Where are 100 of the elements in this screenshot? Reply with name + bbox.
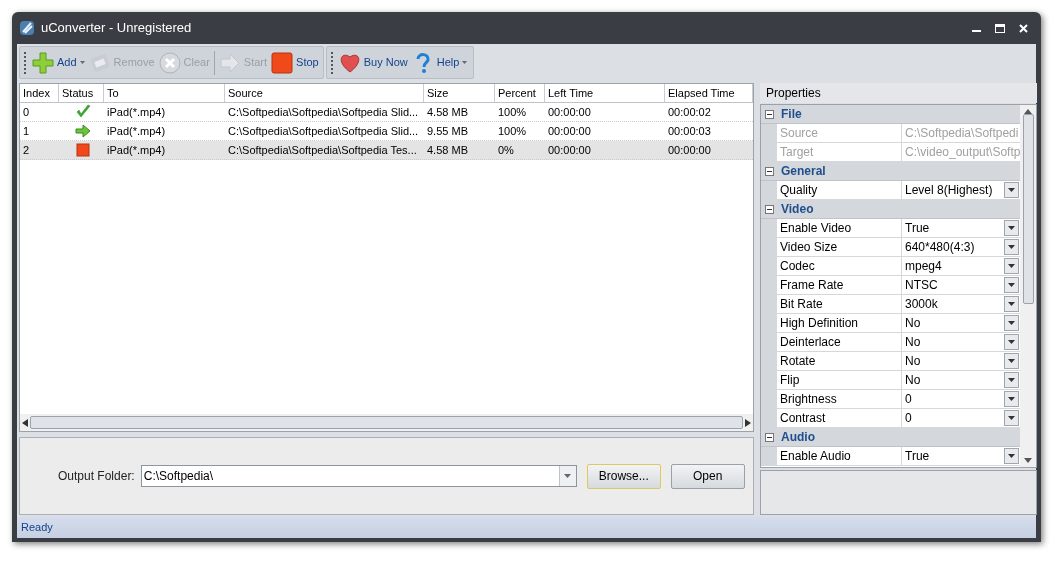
column-header[interactable]: Size [424, 84, 495, 102]
table-cell-text: 00:00:02 [668, 104, 711, 120]
property-name: Enable Audio [777, 447, 902, 466]
property-value[interactable]: mpeg4 [902, 257, 1021, 276]
horizontal-scrollbar[interactable] [20, 414, 753, 431]
property-name: Codec [777, 257, 902, 276]
table-cell-text: 00:00:00 [668, 142, 711, 158]
property-value[interactable]: 0 [902, 409, 1021, 428]
property-name: Target [777, 143, 902, 162]
property-value[interactable]: No [902, 314, 1021, 333]
app-logo-icon [19, 20, 35, 36]
table-cell-text: 4.58 MB [427, 142, 468, 158]
property-name: Source [777, 124, 902, 143]
scroll-left-icon[interactable] [22, 418, 28, 427]
collapse-icon[interactable] [765, 109, 774, 119]
checkmark-icon [75, 104, 91, 120]
column-header[interactable]: Index [20, 84, 59, 102]
group-name: Video [781, 201, 814, 218]
scroll-down-icon[interactable] [1024, 458, 1033, 463]
column-header[interactable]: To [104, 84, 225, 102]
property-value[interactable]: No [902, 371, 1021, 390]
open-button[interactable]: Open [670, 463, 745, 489]
property-name: Quality [777, 181, 902, 200]
caret-icon [1008, 283, 1016, 287]
plus-icon [32, 51, 54, 74]
collapse-icon[interactable] [765, 204, 774, 214]
property-value[interactable]: No [902, 352, 1021, 371]
column-header[interactable]: Percent [495, 84, 545, 102]
maximize-icon[interactable] [995, 23, 1005, 33]
property-group-header[interactable]: General [761, 162, 1021, 181]
caret-icon [1008, 302, 1016, 306]
property-group-header[interactable]: Audio [761, 428, 1021, 447]
stop-icon [75, 142, 91, 158]
property-name: Video Size [777, 238, 902, 257]
caret-icon [1008, 264, 1016, 268]
table-cell-text: 100% [498, 104, 527, 120]
caret-icon [1008, 321, 1016, 325]
property-value[interactable]: 3000k [902, 295, 1021, 314]
stop-icon [271, 51, 294, 74]
browse-button[interactable]: Browse... [586, 463, 661, 489]
table-cell-text: 00:00:03 [668, 123, 711, 139]
table-cell-text: 9.55 MB [427, 123, 468, 139]
table-cell-text: iPad(*.mp4) [107, 123, 166, 139]
scroll-right-icon[interactable] [745, 418, 751, 427]
property-name: High Definition [777, 314, 902, 333]
status-text: Ready [21, 520, 53, 536]
group-name: General [781, 163, 826, 180]
output-folder-field[interactable]: C:\Softpedia\ [140, 465, 577, 487]
properties-header: Properties [760, 83, 1038, 103]
table-row[interactable]: 0 iPad(*.mp4) C:\Softpedia\Softpedia\Softpedia Slid... 4.58 MB 100% 00:00:00 00:00:02 [20, 103, 753, 122]
property-value[interactable]: NTSC [902, 276, 1021, 295]
caret-icon [1008, 245, 1016, 249]
add-button[interactable]: Add [30, 49, 87, 76]
table-cell-text: 0 [23, 104, 30, 120]
collapse-icon[interactable] [765, 432, 774, 442]
table-cell-text: C:\Softpedia\Softpedia\Softpedia Tes... [228, 142, 417, 158]
table-cell-text: 00:00:00 [548, 142, 591, 158]
output-folder-label: Output Folder: [58, 468, 135, 485]
caret-icon [1008, 359, 1016, 363]
toolbar-grip[interactable] [330, 51, 333, 74]
column-header[interactable]: Status [59, 84, 104, 102]
caret-icon [1008, 397, 1016, 401]
close-icon[interactable] [1019, 23, 1028, 33]
property-name: Contrast [777, 409, 902, 428]
table-cell-text: 0% [498, 142, 514, 158]
column-header[interactable]: Elapsed Time [665, 84, 753, 102]
stop-button[interactable]: Stop [269, 49, 321, 76]
arrow-right-icon [218, 51, 241, 74]
table-cell-text: 100% [498, 123, 527, 139]
buy-button[interactable]: Buy Now [336, 49, 410, 76]
collapse-icon[interactable] [765, 166, 774, 176]
caret-icon [1008, 416, 1016, 420]
property-name: Bit Rate [777, 295, 902, 314]
vertical-scrollbar[interactable] [1020, 105, 1037, 467]
caret-icon [1008, 188, 1016, 192]
help-button[interactable]: Help [409, 49, 470, 76]
clear-icon [158, 51, 181, 74]
table-cell-text: iPad(*.mp4) [107, 104, 166, 120]
caret-icon [1008, 454, 1016, 458]
property-value[interactable]: No [902, 333, 1021, 352]
property-value[interactable]: 0 [902, 390, 1021, 409]
group-name: File [781, 106, 802, 123]
caret-icon [1008, 340, 1016, 344]
property-name: Deinterlace [777, 333, 902, 352]
property-group-header[interactable]: Video [761, 200, 1021, 219]
property-name: Brightness [777, 390, 902, 409]
window-title: uConverter - Unregistered [41, 19, 192, 38]
property-value[interactable]: Level 8(Highest) [902, 181, 1021, 200]
column-header[interactable]: Left Time [545, 84, 665, 102]
property-value[interactable]: True [902, 447, 1021, 466]
column-header[interactable]: Source [225, 84, 424, 102]
arrow-right-icon [75, 123, 91, 139]
caret-icon [1008, 226, 1016, 230]
property-value[interactable]: 640*480(4:3) [902, 238, 1021, 257]
property-name: Enable Video [777, 219, 902, 238]
property-name: Frame Rate [777, 276, 902, 295]
property-group-header[interactable]: File [761, 105, 1021, 124]
table-row[interactable]: 2 iPad(*.mp4) C:\Softpedia\Softpedia\Softpedia Tes... 4.58 MB 0% 00:00:00 00:00:00 [20, 141, 753, 160]
property-value[interactable]: True [902, 219, 1021, 238]
table-cell-text: 2 [23, 142, 30, 158]
